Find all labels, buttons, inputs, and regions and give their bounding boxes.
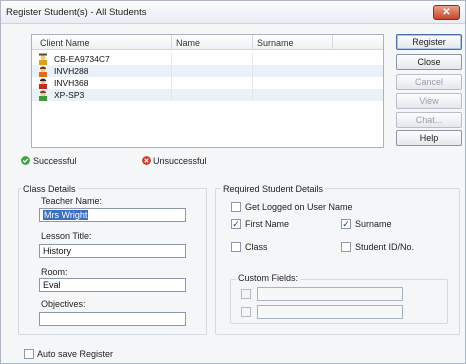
cell-divider [171, 89, 172, 101]
student-list[interactable]: Client Name Name Surname CB-EA9734C7 INV… [31, 34, 384, 148]
lesson-title-field[interactable]: History [39, 244, 186, 258]
room-field[interactable]: Eval [39, 278, 186, 292]
register-dialog: Register Student(s) - All Students ✕ Cli… [0, 0, 466, 364]
student-orange-icon [39, 66, 47, 77]
cell-divider [252, 53, 253, 65]
auto-save-checkbox[interactable] [24, 349, 34, 359]
student-gold-icon [39, 53, 47, 65]
client-name: INVH288 [54, 66, 89, 76]
get-logged-checkbox[interactable] [231, 202, 241, 212]
client-name: CB-EA9734C7 [54, 54, 110, 64]
cancel-button[interactable]: Cancel [396, 74, 462, 90]
column-name[interactable]: Name [176, 38, 200, 48]
class-checkbox[interactable] [231, 242, 241, 252]
help-button[interactable]: Help [396, 130, 462, 146]
view-button[interactable]: View [396, 93, 462, 109]
client-name: XP-SP3 [54, 90, 85, 100]
required-details-legend: Required Student Details [221, 184, 326, 194]
surname-checkbox[interactable]: ✓ [341, 219, 351, 229]
teacher-name-label: Teacher Name: [41, 196, 103, 206]
list-header: Client Name Name Surname [32, 35, 383, 50]
student-id-label: Student ID/No. [355, 242, 415, 252]
cell-divider [252, 89, 253, 101]
custom-field-2-checkbox[interactable] [241, 307, 251, 317]
column-divider [171, 35, 172, 50]
class-details-legend: Class Details [21, 184, 78, 194]
window-title: Register Student(s) - All Students [6, 7, 147, 18]
objectives-field[interactable] [39, 312, 186, 326]
column-surname[interactable]: Surname [257, 38, 294, 48]
list-item[interactable]: XP-SP3 [32, 89, 383, 101]
list-item[interactable]: INVH368 [32, 77, 383, 89]
successful-label: Successful [33, 156, 77, 166]
cell-divider [171, 65, 172, 77]
unsuccessful-label: Unsuccessful [153, 156, 207, 166]
get-logged-label: Get Logged on User Name [245, 202, 353, 212]
teacher-name-field[interactable]: Mrs Wright [39, 208, 186, 222]
cell-divider [171, 77, 172, 89]
close-button[interactable]: Close [396, 54, 462, 70]
custom-fields-legend: Custom Fields: [236, 273, 301, 283]
first-name-checkbox[interactable]: ✓ [231, 219, 241, 229]
list-item[interactable]: CB-EA9734C7 [32, 53, 383, 65]
cell-divider [252, 65, 253, 77]
first-name-label: First Name [245, 219, 290, 229]
column-divider [332, 35, 333, 50]
lesson-title-label: Lesson Title: [41, 231, 92, 241]
room-label: Room: [41, 267, 68, 277]
register-button[interactable]: Register [396, 34, 462, 50]
column-divider [252, 35, 253, 50]
cell-divider [252, 77, 253, 89]
class-label: Class [245, 242, 268, 252]
objectives-label: Objectives: [41, 299, 86, 309]
unsuccessful-icon [142, 156, 151, 165]
column-client-name[interactable]: Client Name [40, 38, 90, 48]
custom-field-1-input[interactable] [257, 287, 403, 301]
student-id-checkbox[interactable] [341, 242, 351, 252]
surname-label: Surname [355, 219, 392, 229]
chat-button[interactable]: Chat... [396, 112, 462, 128]
cell-divider [171, 53, 172, 65]
success-check-icon [21, 156, 30, 165]
client-name: INVH368 [54, 78, 89, 88]
title-bar: Register Student(s) - All Students ✕ [1, 1, 465, 24]
custom-field-1-checkbox[interactable] [241, 289, 251, 299]
teacher-name-value: Mrs Wright [43, 210, 89, 220]
student-red-icon [39, 78, 47, 89]
auto-save-label: Auto save Register [37, 349, 114, 359]
close-window-button[interactable]: ✕ [433, 5, 460, 20]
student-green-icon [39, 90, 47, 101]
list-item[interactable]: INVH288 [32, 65, 383, 77]
custom-field-2-input[interactable] [257, 305, 403, 319]
